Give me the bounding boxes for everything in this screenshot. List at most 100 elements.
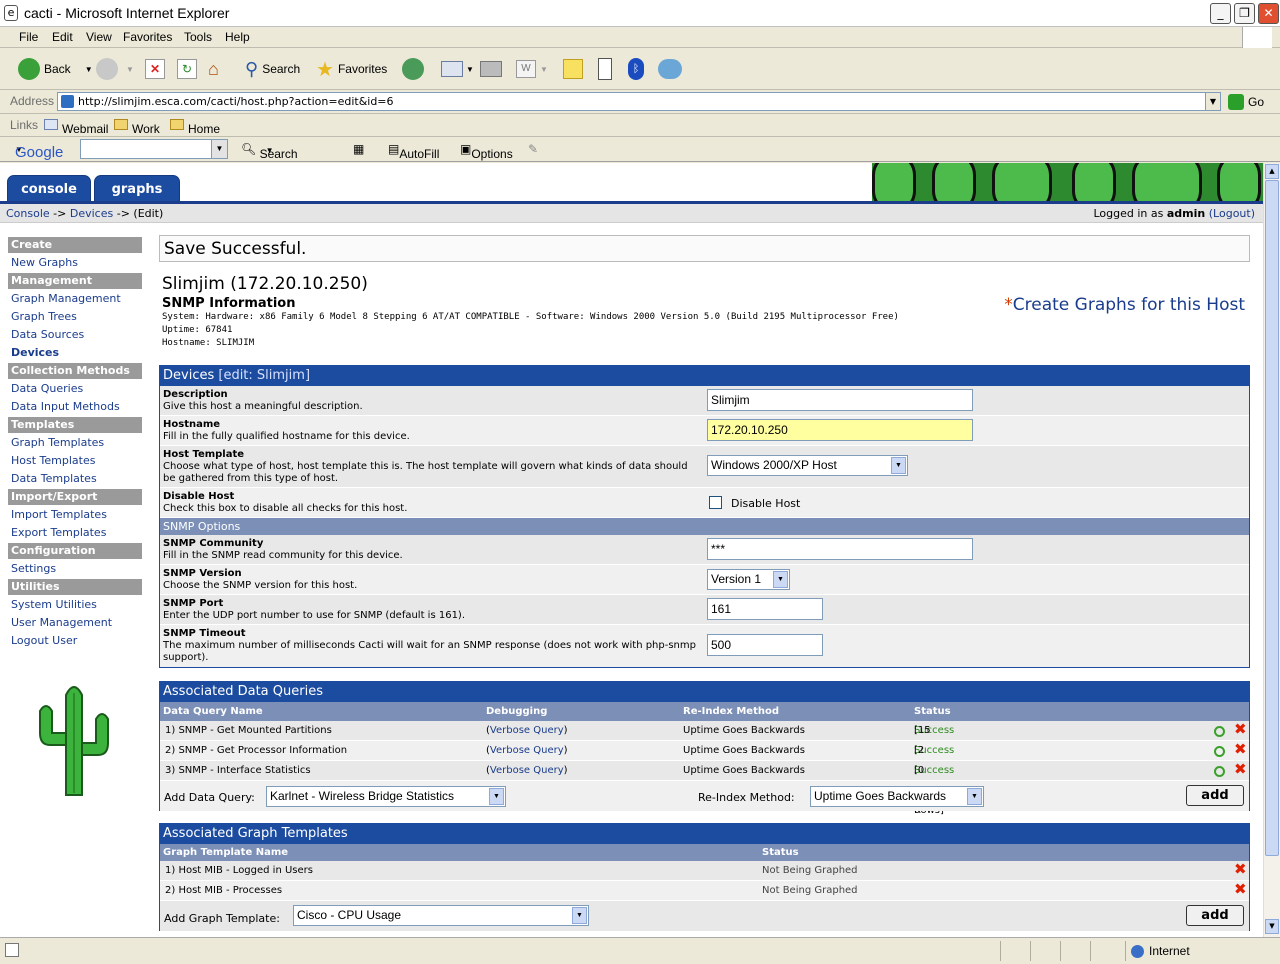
sidebar-item-settings[interactable]: Settings — [8, 561, 142, 579]
highlight-icon[interactable]: ✎ — [528, 142, 538, 156]
minimize-button[interactable]: _ — [1210, 3, 1231, 24]
forward-button[interactable]: ▼ — [96, 57, 134, 81]
options-button[interactable]: ▣ Options — [460, 142, 513, 161]
google-logo[interactable]: Google ▼ — [15, 139, 63, 161]
create-graphs-link[interactable]: *Create Graphs for this Host — [1004, 295, 1245, 315]
add-graph-template-button[interactable]: add — [1186, 905, 1244, 926]
contacts-button[interactable] — [658, 57, 682, 81]
sidebar-item-import-templates[interactable]: Import Templates — [8, 507, 142, 525]
sidebar-item-data-sources[interactable]: Data Sources — [8, 327, 142, 345]
sidebar-item-graph-management[interactable]: Graph Management — [8, 291, 142, 309]
snmp-port-input[interactable]: 161 — [707, 598, 823, 620]
refresh-button[interactable]: ↻ — [177, 57, 197, 81]
snmp-options-header: SNMP Options — [160, 518, 1249, 535]
devices-panel-header: Devices [edit: Slimjim] — [160, 366, 1249, 386]
graph-templates-header: Associated Graph Templates — [160, 824, 1249, 844]
favorites-button[interactable]: ★ Favorites — [316, 57, 387, 81]
scroll-down-icon[interactable]: ▼ — [1265, 919, 1279, 934]
reload-icon[interactable] — [1214, 766, 1225, 777]
vertical-scrollbar[interactable]: ▲ ▼ — [1263, 163, 1280, 937]
add-graph-template-select[interactable]: Cisco - CPU Usage ▼ — [293, 905, 589, 926]
snmp-version-select[interactable]: Version 1 ▼ — [707, 569, 790, 590]
history-button[interactable] — [402, 57, 428, 81]
address-dropdown[interactable]: ▼ — [1205, 92, 1221, 111]
google-search-dropdown[interactable]: ▼ — [211, 140, 227, 158]
reindex-method-select[interactable]: Uptime Goes Backwards ▼ — [810, 786, 984, 807]
disable-host-checkbox[interactable] — [709, 496, 722, 509]
page-status-icon — [5, 943, 19, 957]
sidebar-item-graph-trees[interactable]: Graph Trees — [8, 309, 142, 327]
menu-edit[interactable]: Edit — [52, 30, 73, 44]
verbose-query-link[interactable]: Verbose Query — [490, 745, 564, 756]
snmp-community-input[interactable]: *** — [707, 538, 973, 560]
chevron-down-icon: ▼ — [572, 907, 587, 924]
menu-help[interactable]: Help — [225, 30, 250, 44]
hostname-input[interactable]: 172.20.10.250 — [707, 419, 973, 441]
maximize-button[interactable]: ❐ — [1234, 3, 1255, 24]
sidebar-item-graph-templates[interactable]: Graph Templates — [8, 435, 142, 453]
edit-button[interactable]: W ▼ — [516, 57, 548, 81]
add-data-query-select[interactable]: Karlnet - Wireless Bridge Statistics ▼ — [266, 786, 506, 807]
sidebar-item-new-graphs[interactable]: New Graphs — [8, 255, 142, 273]
data-queries-columns: Data Query Name Debugging Re-Index Metho… — [160, 702, 1249, 721]
search-button[interactable]: ⚲ Search — [245, 57, 300, 81]
mail-button[interactable]: ▼ — [441, 57, 474, 81]
breadcrumb-console[interactable]: Console — [6, 207, 50, 220]
search-web-button[interactable]: 🔍︎ Search Web ▼ — [241, 142, 298, 175]
sidebar-item-host-templates[interactable]: Host Templates — [8, 453, 142, 471]
link-webmail[interactable]: Webmail — [44, 118, 108, 136]
sidebar-item-export-templates[interactable]: Export Templates — [8, 525, 142, 543]
menu-file[interactable]: File — [19, 30, 38, 44]
autofill-button[interactable]: ▤ AutoFill — [388, 142, 439, 161]
sidebar-item-data-queries[interactable]: Data Queries — [8, 381, 142, 399]
bluetooth-button[interactable]: ᛒ — [628, 57, 644, 81]
snmp-timeout-input[interactable]: 500 — [707, 634, 823, 656]
address-input[interactable]: http://slimjim.esca.com/cacti/host.php?a… — [57, 92, 1221, 111]
sidebar-item-devices[interactable]: Devices — [8, 345, 142, 363]
messenger-button[interactable] — [598, 57, 612, 81]
verbose-query-link[interactable]: Verbose Query — [490, 765, 564, 776]
home-button[interactable]: ⌂ — [208, 57, 230, 81]
close-button[interactable]: ✕ — [1258, 3, 1279, 24]
sidebar-item-user-management[interactable]: User Management — [8, 615, 142, 633]
stop-button[interactable]: ✕ — [145, 57, 165, 81]
pagerank-icon[interactable]: ▦ — [353, 142, 364, 156]
breadcrumb-bar: Console -> Devices -> (Edit) Logged in a… — [0, 204, 1263, 223]
host-template-select[interactable]: Windows 2000/XP Host ▼ — [707, 455, 908, 476]
link-home[interactable]: Home — [170, 118, 220, 136]
delete-icon[interactable]: ✖ — [1234, 761, 1247, 778]
add-graph-template-row: Add Graph Template: Cisco - CPU Usage ▼ a… — [160, 901, 1249, 931]
links-bar: Links Webmail Work Home — [0, 114, 1280, 137]
sidebar-item-data-input-methods[interactable]: Data Input Methods — [8, 399, 142, 417]
reload-icon[interactable] — [1214, 746, 1225, 757]
delete-icon[interactable]: ✖ — [1234, 861, 1247, 878]
notes-button[interactable] — [563, 57, 583, 81]
verbose-query-link[interactable]: Verbose Query — [490, 725, 564, 736]
reload-icon[interactable] — [1214, 726, 1225, 737]
description-input[interactable]: Slimjim — [707, 389, 973, 411]
back-button[interactable]: Back ▼ — [18, 57, 93, 81]
scroll-thumb[interactable] — [1265, 180, 1279, 856]
bluetooth-icon: ᛒ — [628, 58, 644, 80]
logout-link[interactable]: (Logout) — [1209, 207, 1255, 220]
link-work[interactable]: Work — [114, 118, 160, 136]
google-search-input[interactable]: ▼ — [80, 139, 228, 159]
sidebar-item-logout-user[interactable]: Logout User — [8, 633, 142, 651]
folder-icon — [170, 119, 184, 130]
delete-icon[interactable]: ✖ — [1234, 721, 1247, 738]
menu-tools[interactable]: Tools — [184, 30, 212, 44]
sidebar-item-data-templates[interactable]: Data Templates — [8, 471, 142, 489]
menu-favorites[interactable]: Favorites — [123, 30, 172, 44]
breadcrumb-devices[interactable]: Devices — [70, 207, 113, 220]
scroll-up-icon[interactable]: ▲ — [1265, 164, 1279, 179]
sidebar-item-system-utilities[interactable]: System Utilities — [8, 597, 142, 615]
print-button[interactable] — [480, 57, 502, 81]
tab-console[interactable]: console — [7, 175, 91, 202]
add-data-query-button[interactable]: add — [1186, 785, 1244, 806]
delete-icon[interactable]: ✖ — [1234, 741, 1247, 758]
go-arrow-icon — [1228, 94, 1244, 110]
go-button[interactable]: Go — [1228, 94, 1264, 110]
tab-graphs[interactable]: graphs — [94, 175, 180, 202]
menu-view[interactable]: View — [86, 30, 112, 44]
delete-icon[interactable]: ✖ — [1234, 881, 1247, 898]
